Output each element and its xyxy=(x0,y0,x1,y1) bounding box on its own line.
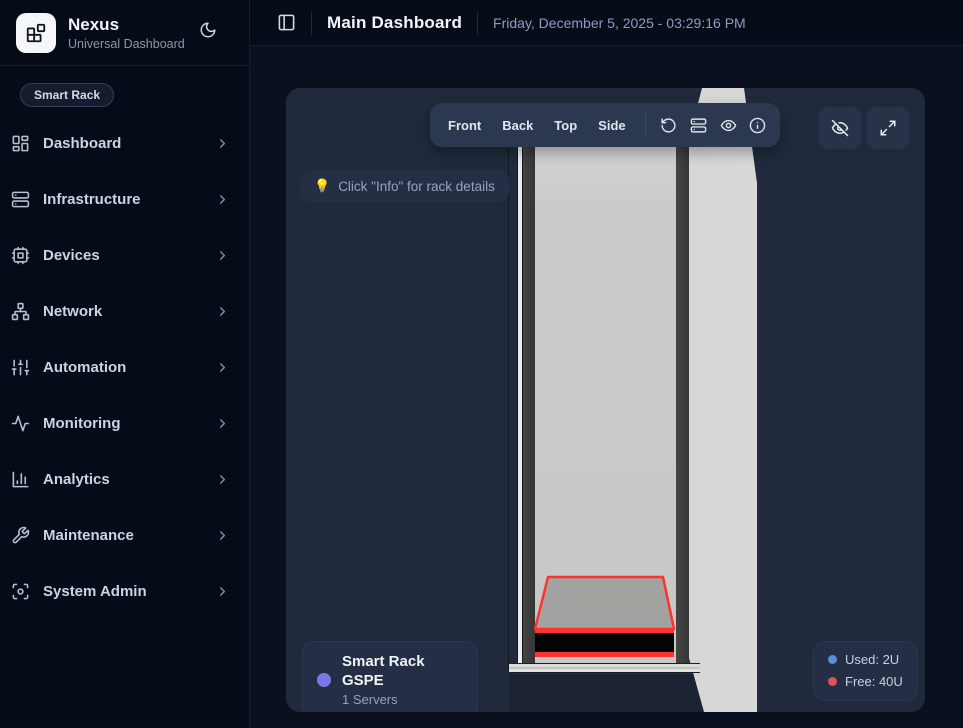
activity-icon xyxy=(11,414,30,433)
brand-title: Nexus xyxy=(68,15,185,35)
rack-view-icon[interactable] xyxy=(684,108,713,142)
sidebar-item-label: Devices xyxy=(43,247,202,264)
sidebar-item-devices[interactable]: Devices xyxy=(6,235,244,275)
sidebar-item-label: System Admin xyxy=(43,583,202,600)
sidebar-item-system-admin[interactable]: System Admin xyxy=(6,571,244,611)
rack-status-dot xyxy=(317,673,331,687)
cpu-icon xyxy=(11,246,30,265)
app-logo-icon xyxy=(16,13,56,53)
sidebar-item-label: Network xyxy=(43,303,202,320)
header-divider xyxy=(311,11,312,35)
sidebar-item-dashboard[interactable]: Dashboard xyxy=(6,123,244,163)
scan-settings-icon xyxy=(11,582,30,601)
chevron-right-icon xyxy=(215,248,230,263)
rotate-reset-icon[interactable] xyxy=(655,108,684,142)
sidebar-item-monitoring[interactable]: Monitoring xyxy=(6,403,244,443)
top-header: Main Dashboard Friday, December 5, 2025 … xyxy=(250,0,963,46)
sidebar: Nexus Universal Dashboard Smart Rack Das… xyxy=(0,0,250,728)
sidebar-item-label: Automation xyxy=(43,359,202,376)
layout-dashboard-icon xyxy=(11,134,30,153)
toolbar-divider xyxy=(645,112,646,138)
info-hint-tooltip: 💡 Click "Info" for rack details xyxy=(300,170,509,202)
rack-server-count: 1 Servers xyxy=(342,692,463,707)
view-back-button[interactable]: Back xyxy=(492,111,543,140)
theme-toggle-moon-icon[interactable] xyxy=(199,21,217,39)
wrench-icon xyxy=(11,526,30,545)
page-title: Main Dashboard xyxy=(327,13,462,33)
network-icon xyxy=(11,302,30,321)
chevron-right-icon xyxy=(215,528,230,543)
bar-chart-icon xyxy=(11,470,30,489)
sidebar-item-maintenance[interactable]: Maintenance xyxy=(6,515,244,555)
header-divider xyxy=(477,11,478,35)
chevron-right-icon xyxy=(215,360,230,375)
app-root: Nexus Universal Dashboard Smart Rack Das… xyxy=(0,0,963,728)
chevron-right-icon xyxy=(215,304,230,319)
used-dot xyxy=(828,655,837,664)
sidebar-item-label: Analytics xyxy=(43,471,202,488)
server-icon xyxy=(11,190,30,209)
chevron-right-icon xyxy=(215,472,230,487)
info-icon[interactable] xyxy=(743,108,772,142)
hint-text: Click "Info" for rack details xyxy=(338,179,495,194)
free-label: Free: 40U xyxy=(845,674,903,689)
sidebar-item-label: Maintenance xyxy=(43,527,202,544)
chevron-right-icon xyxy=(215,584,230,599)
rack-viewer-panel: Front Back Top Side xyxy=(286,88,925,712)
view-top-button[interactable]: Top xyxy=(544,111,587,140)
chevron-right-icon xyxy=(215,416,230,431)
sidebar-item-label: Monitoring xyxy=(43,415,202,432)
view-front-button[interactable]: Front xyxy=(438,111,491,140)
datetime-label: Friday, December 5, 2025 - 03:29:16 PM xyxy=(493,15,746,31)
capacity-legend: Used: 2U Free: 40U xyxy=(813,641,918,701)
hide-labels-eye-off-icon[interactable] xyxy=(819,107,861,149)
view-toolbar: Front Back Top Side xyxy=(430,103,780,147)
sidebar-item-automation[interactable]: Automation xyxy=(6,347,244,387)
lightbulb-icon: 💡 xyxy=(314,178,330,194)
sidebar-item-analytics[interactable]: Analytics xyxy=(6,459,244,499)
brand-header: Nexus Universal Dashboard xyxy=(0,0,249,66)
sidebar-item-label: Dashboard xyxy=(43,135,202,152)
free-dot xyxy=(828,677,837,686)
chevron-right-icon xyxy=(215,136,230,151)
sidebar-toggle-panel-icon[interactable] xyxy=(277,13,296,32)
chevron-right-icon xyxy=(215,192,230,207)
sidebar-nav: Dashboard Infrastructure Devices Network xyxy=(0,123,249,611)
sidebar-item-network[interactable]: Network xyxy=(6,291,244,331)
sidebar-item-label: Infrastructure xyxy=(43,191,202,208)
smart-rack-badge: Smart Rack xyxy=(20,83,114,107)
sliders-icon xyxy=(11,358,30,377)
rack-name: Smart Rack GSPE xyxy=(342,652,463,690)
rack-info-card: Smart Rack GSPE 1 Servers xyxy=(302,641,478,712)
eye-icon[interactable] xyxy=(714,108,743,142)
sidebar-item-infrastructure[interactable]: Infrastructure xyxy=(6,179,244,219)
used-label: Used: 2U xyxy=(845,652,899,667)
brand-subtitle: Universal Dashboard xyxy=(68,37,185,51)
fullscreen-expand-icon[interactable] xyxy=(867,107,909,149)
view-side-button[interactable]: Side xyxy=(588,111,635,140)
main-content: Front Back Top Side xyxy=(250,46,963,728)
